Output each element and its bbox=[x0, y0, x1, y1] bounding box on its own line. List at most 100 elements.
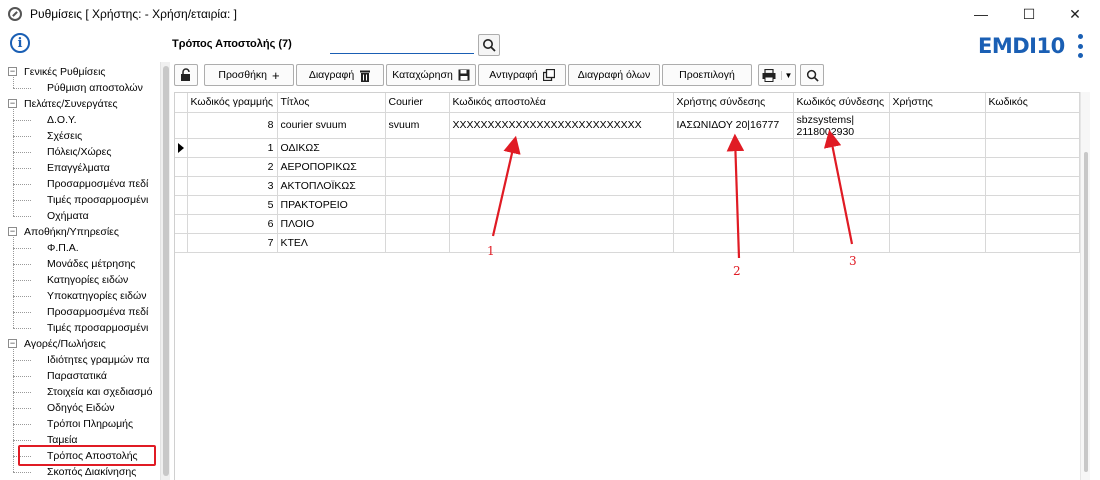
table-cell[interactable] bbox=[385, 157, 450, 177]
table-cell[interactable] bbox=[889, 233, 986, 253]
save-button[interactable]: Καταχώρηση bbox=[386, 64, 476, 86]
column-header[interactable]: Courier bbox=[385, 93, 450, 113]
sidebar-item[interactable]: Σχέσεις bbox=[47, 128, 82, 144]
sidebar-item[interactable]: Παραστατικά bbox=[47, 368, 107, 384]
table-row[interactable]: 5 ΠΡΑΚΤΟΡΕΙΟ bbox=[175, 195, 1080, 215]
tree-collapse-toggle[interactable]: − bbox=[8, 339, 17, 348]
table-cell[interactable]: 6 bbox=[187, 214, 278, 234]
sidebar-item[interactable]: Πόλεις/Χώρες bbox=[47, 144, 111, 160]
sidebar-item[interactable]: Προσαρμοσμένα πεδί bbox=[47, 176, 148, 192]
sidebar-item[interactable]: Δ.Ο.Υ. bbox=[47, 112, 77, 128]
row-selector[interactable] bbox=[175, 138, 188, 158]
table-row[interactable]: 2 ΑΕΡΟΠΟΡΙΚΩΣ bbox=[175, 157, 1080, 177]
table-cell[interactable] bbox=[449, 157, 674, 177]
table-cell[interactable] bbox=[673, 176, 794, 196]
row-selector[interactable] bbox=[175, 214, 188, 234]
grid-search-button[interactable] bbox=[800, 64, 824, 86]
table-row[interactable]: 3 ΑΚΤΟΠΛΟΪΚΩΣ bbox=[175, 176, 1080, 196]
table-cell[interactable] bbox=[889, 176, 986, 196]
table-cell[interactable]: ΠΛΟΙΟ bbox=[277, 214, 386, 234]
table-cell[interactable] bbox=[889, 112, 986, 139]
table-cell[interactable] bbox=[449, 176, 674, 196]
table-cell[interactable] bbox=[385, 176, 450, 196]
table-cell[interactable] bbox=[385, 214, 450, 234]
table-cell[interactable]: ΑΕΡΟΠΟΡΙΚΩΣ bbox=[277, 157, 386, 177]
table-row[interactable]: 8 courier svuum svuum XXXXXXXXXXXXXXXXXXXXX… bbox=[175, 112, 1080, 139]
minimize-button[interactable]: — bbox=[958, 0, 1004, 28]
table-cell[interactable] bbox=[889, 195, 986, 215]
search-input[interactable] bbox=[330, 34, 474, 54]
sidebar-item[interactable]: Οχήματα bbox=[47, 208, 89, 224]
sidebar-item[interactable]: Τιμές προσαρμοσμένι bbox=[47, 320, 148, 336]
copy-button[interactable]: Αντιγραφή bbox=[478, 64, 566, 86]
table-cell[interactable] bbox=[985, 157, 1080, 177]
delete-all-button[interactable]: Διαγραφή όλων bbox=[568, 64, 660, 86]
table-cell[interactable] bbox=[793, 233, 890, 253]
table-cell[interactable]: courier svuum bbox=[277, 112, 386, 139]
more-menu-icon[interactable] bbox=[1074, 34, 1086, 58]
table-cell[interactable] bbox=[793, 176, 890, 196]
column-header[interactable]: Χρήστης bbox=[889, 93, 986, 113]
delete-button[interactable]: Διαγραφή bbox=[296, 64, 384, 86]
table-row[interactable]: 1 ΟΔΙΚΩΣ bbox=[175, 138, 1080, 158]
table-row[interactable]: 6 ΠΛΟΙΟ bbox=[175, 214, 1080, 234]
table-cell[interactable] bbox=[673, 214, 794, 234]
sidebar-item[interactable]: Μονάδες μέτρησης bbox=[47, 256, 135, 272]
column-header[interactable]: Κωδικός γραμμής bbox=[187, 93, 278, 113]
sidebar-item[interactable]: Οδηγός Ειδών bbox=[47, 400, 115, 416]
table-cell[interactable] bbox=[793, 157, 890, 177]
table-cell[interactable] bbox=[385, 195, 450, 215]
table-cell[interactable] bbox=[985, 195, 1080, 215]
tree-collapse-toggle[interactable]: − bbox=[8, 67, 17, 76]
sidebar-item[interactable]: Επαγγέλματα bbox=[47, 160, 110, 176]
column-header[interactable]: Κωδικός σύνδεσης bbox=[793, 93, 890, 113]
table-cell[interactable]: XXXXXXXXXXXXXXXXXXXXXXXXXXX bbox=[449, 112, 674, 139]
search-button[interactable] bbox=[478, 34, 500, 56]
maximize-button[interactable]: ☐ bbox=[1006, 0, 1052, 28]
table-cell[interactable] bbox=[673, 195, 794, 215]
sidebar-item[interactable]: Τρόποι Πληρωμής bbox=[47, 416, 133, 432]
preview-button[interactable]: Προεπιλογή bbox=[662, 64, 752, 86]
table-cell[interactable] bbox=[985, 112, 1080, 139]
table-cell[interactable]: 3 bbox=[187, 176, 278, 196]
table-cell[interactable] bbox=[449, 233, 674, 253]
sidebar-group-label[interactable]: Αγορές/Πωλήσεις bbox=[24, 336, 106, 352]
sidebar-item[interactable]: Υποκατηγορίες ειδών bbox=[47, 288, 146, 304]
table-cell[interactable] bbox=[889, 138, 986, 158]
info-icon[interactable]: i bbox=[10, 33, 30, 53]
table-cell[interactable] bbox=[889, 214, 986, 234]
column-header[interactable]: Κωδικός bbox=[985, 93, 1080, 113]
print-button[interactable]: ▼ bbox=[758, 64, 796, 86]
table-cell[interactable] bbox=[449, 195, 674, 215]
sidebar-item[interactable]: Τιμές προσαρμοσμένι bbox=[47, 192, 148, 208]
table-cell[interactable]: 1 bbox=[187, 138, 278, 158]
tree-collapse-toggle[interactable]: − bbox=[8, 99, 17, 108]
table-cell[interactable] bbox=[793, 138, 890, 158]
table-cell[interactable]: 7 bbox=[187, 233, 278, 253]
table-cell[interactable]: ΑΚΤΟΠΛΟΪΚΩΣ bbox=[277, 176, 386, 196]
tree-collapse-toggle[interactable]: − bbox=[8, 227, 17, 236]
sidebar-item[interactable]: Ρύθμιση αποστολών bbox=[47, 80, 143, 96]
sidebar-group-label[interactable]: Γενικές Ρυθμίσεις bbox=[24, 64, 105, 80]
print-dropdown-icon[interactable]: ▼ bbox=[780, 70, 792, 80]
table-cell[interactable]: svuum bbox=[385, 112, 450, 139]
table-cell[interactable]: ΠΡΑΚΤΟΡΕΙΟ bbox=[277, 195, 386, 215]
table-cell[interactable] bbox=[985, 138, 1080, 158]
sidebar-item[interactable]: Σκοπός Διακίνησης bbox=[47, 464, 136, 480]
table-cell[interactable] bbox=[793, 214, 890, 234]
table-cell[interactable] bbox=[385, 233, 450, 253]
table-cell[interactable]: ΚΤΕΛ bbox=[277, 233, 386, 253]
table-cell[interactable] bbox=[889, 157, 986, 177]
row-selector[interactable] bbox=[175, 157, 188, 177]
table-cell[interactable]: ΙΑΣΩΝΙΔΟΥ 20|16777 bbox=[673, 112, 794, 139]
table-cell[interactable] bbox=[449, 214, 674, 234]
table-cell[interactable] bbox=[673, 233, 794, 253]
sidebar-item[interactable]: Προσαρμοσμένα πεδί bbox=[47, 304, 148, 320]
table-cell[interactable] bbox=[673, 138, 794, 158]
table-cell[interactable] bbox=[985, 176, 1080, 196]
sidebar-item[interactable]: Φ.Π.Α. bbox=[47, 240, 79, 256]
grid-scrollbar[interactable] bbox=[1080, 92, 1090, 480]
table-cell[interactable] bbox=[985, 214, 1080, 234]
row-selector[interactable] bbox=[175, 233, 188, 253]
sidebar-group-label[interactable]: Πελάτες/Συνεργάτες bbox=[24, 96, 118, 112]
